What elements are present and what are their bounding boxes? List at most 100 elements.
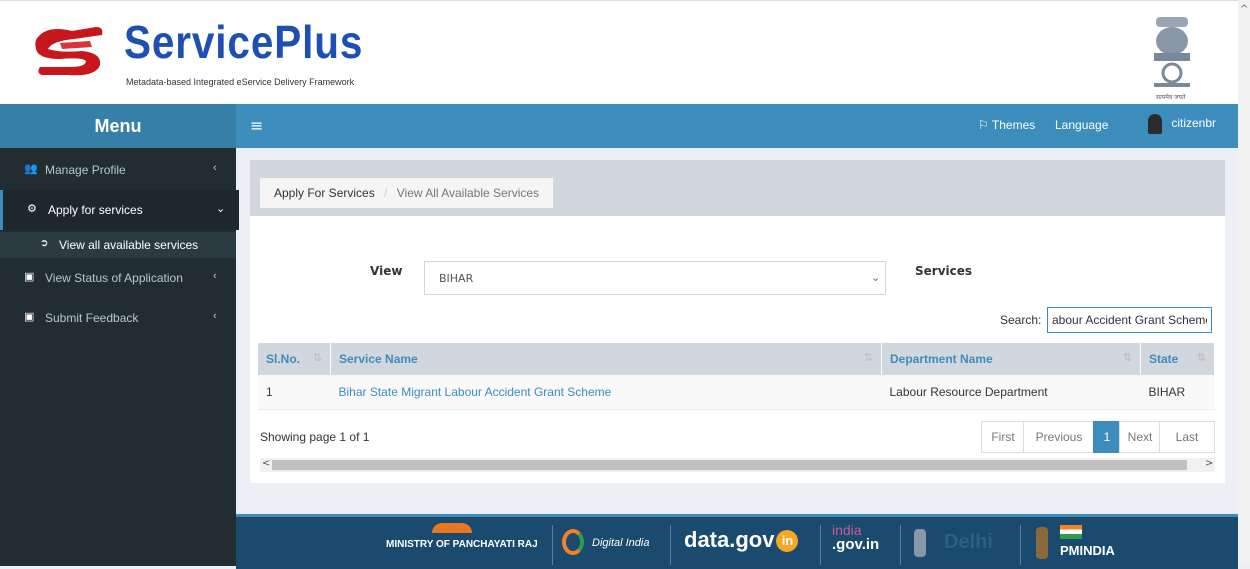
emblem-caption: सत्यमेव जयते [1156,94,1186,101]
pagination-first[interactable]: First [981,421,1025,453]
column-header-department-name[interactable]: Department Name ⇅ [881,343,1141,375]
india-gov-logo[interactable]: india .gov.in [832,523,879,552]
column-header-label: State [1149,352,1179,366]
table-row: 1 Bihar State Migrant Labour Accident Gr… [258,375,1215,410]
sort-icon: ⇅ [863,352,873,364]
breadcrumb-apply-for-services[interactable]: Apply For Services [274,186,375,200]
search-label: Search: [1000,313,1042,327]
breadcrumb-current: View All Available Services [396,186,540,200]
service-name-link[interactable]: Bihar State Migrant Labour Accident Gran… [330,375,882,410]
brand-subtitle: Metadata-based Integrated eService Deliv… [126,77,355,87]
pmindia-label: PMINDIA [1060,543,1115,558]
sidebar-item-label: View all available services [59,238,199,252]
delhi-emblem-icon [914,529,926,557]
footer-logos: MINISTRY OF PANCHAYATI RAJ Digital India… [236,514,1238,569]
feedback-icon: ▣ [24,311,35,323]
sidebar-item-label: Manage Profile [45,163,126,177]
user-name: citizenbr [1171,116,1217,131]
pagination-previous[interactable]: Previous [1023,421,1095,453]
scroll-left-icon[interactable]: < [262,458,270,469]
circle-arrow-icon: ➲ [40,238,49,249]
sidebar-item-submit-feedback[interactable]: ▣ Submit Feedback ‹ [0,298,236,338]
datagov-logo[interactable]: data.gov in [684,527,799,553]
menu-title: Menu [0,104,236,148]
digital-india-icon [562,529,584,555]
chevron-left-icon: ‹ [213,310,217,322]
sort-icon: ⇅ [1122,352,1132,364]
flag-icon: ⚐ [978,118,989,132]
state-select[interactable]: BIHAR ⌄ [424,261,886,295]
datagov-in-badge: in [776,530,799,553]
status-icon: ▣ [24,271,35,283]
pmindia-emblem-icon [1036,527,1048,559]
footer-divider [820,525,821,565]
footer-divider [670,525,671,565]
cell-department: Labour Resource Department [881,375,1141,410]
page-scrollbar[interactable] [1238,0,1250,566]
user-avatar-icon [1148,114,1162,134]
digital-india-label: Digital India [592,537,650,549]
sort-icon: ⇅ [1196,352,1206,364]
column-header-label: Department Name [890,352,993,366]
services-table: Sl.No. ⇅ Service Name ⇅ Department Name ⇅ S… [258,343,1215,410]
column-header-label: Service Name [339,352,418,366]
hamburger-icon[interactable]: ≡ [250,116,263,135]
cell-state: BIHAR [1140,375,1215,410]
breadcrumb-band: Apply For Services / View All Available … [250,163,1225,216]
panchayati-emblem-icon [432,523,472,533]
sidebar-item-view-status[interactable]: ▣ View Status of Application ‹ [0,258,236,298]
footer-divider [900,525,901,565]
language-link[interactable]: Language [1055,118,1108,132]
breadcrumb-separator: / [384,186,388,200]
breadcrumb: Apply For Services / View All Available … [260,178,554,208]
sidebar: 👥 Manage Profile ‹ ⚙ Apply for services … [0,148,239,566]
column-header-service-name[interactable]: Service Name ⇅ [330,343,882,375]
scroll-up-icon[interactable]: ^ [1240,4,1248,15]
delhi-label: Delhi [944,531,993,553]
cell-slno: 1 [258,375,331,410]
sidebar-item-label: Submit Feedback [45,311,139,325]
scrollbar-thumb[interactable] [272,460,1187,470]
user-menu[interactable]: citizenbr [1148,114,1216,134]
themes-link[interactable]: ⚐ Themes [978,118,1035,132]
column-header-state[interactable]: State ⇅ [1140,343,1215,375]
sidebar-item-label: View Status of Application [45,271,183,285]
state-select-value: BIHAR [439,272,474,285]
chevron-left-icon: ‹ [213,270,217,282]
users-icon: 👥 [24,163,38,175]
pagination-next[interactable]: Next [1119,421,1161,453]
column-header-slno[interactable]: Sl.No. ⇅ [258,343,331,375]
pagination-info: Showing page 1 of 1 [260,430,370,444]
footer-divider [1020,525,1021,565]
chevron-down-icon: ⌄ [871,271,881,284]
pagination-last[interactable]: Last [1159,421,1215,453]
scroll-right-icon[interactable]: > [1205,458,1213,469]
column-header-label: Sl.No. [266,352,301,366]
datagov-label: data.gov [684,527,775,552]
india-flag-icon [1060,525,1082,539]
pagination-page-1[interactable]: 1 [1093,421,1121,453]
services-label: Services [915,264,973,278]
chevron-down-icon: ⌄ [216,203,226,215]
panchayati-label: MINISTRY OF PANCHAYATI RAJ [386,539,538,550]
national-emblem-icon: सत्यमेव जयते [1142,13,1202,105]
sidebar-subitem-view-all-services[interactable]: ➲ View all available services [0,232,236,258]
view-label: View [370,264,403,278]
sidebar-item-apply-for-services[interactable]: ⚙ Apply for services ⌄ [0,190,239,230]
india-gov-domain: .gov.in [832,536,880,553]
brand-title: ServicePlus [124,16,364,68]
table-horizontal-scrollbar[interactable]: < > [260,458,1215,472]
panchayati-raj-logo[interactable]: MINISTRY OF PANCHAYATI RAJ [386,523,538,550]
header: ServicePlus Metadata-based Integrated eS… [0,0,1238,105]
sidebar-item-manage-profile[interactable]: 👥 Manage Profile ‹ [0,150,236,190]
serviceplus-logo-icon [35,27,103,76]
footer-divider [552,525,553,565]
gears-icon: ⚙ [27,203,37,215]
chevron-left-icon: ‹ [213,162,217,174]
india-gov-label: india [832,522,862,538]
main-content: Apply For Services / View All Available … [250,160,1225,483]
themes-label: Themes [991,118,1036,132]
search-input[interactable] [1047,307,1212,333]
sort-icon: ⇅ [312,352,322,364]
sidebar-item-label: Apply for services [48,203,143,217]
